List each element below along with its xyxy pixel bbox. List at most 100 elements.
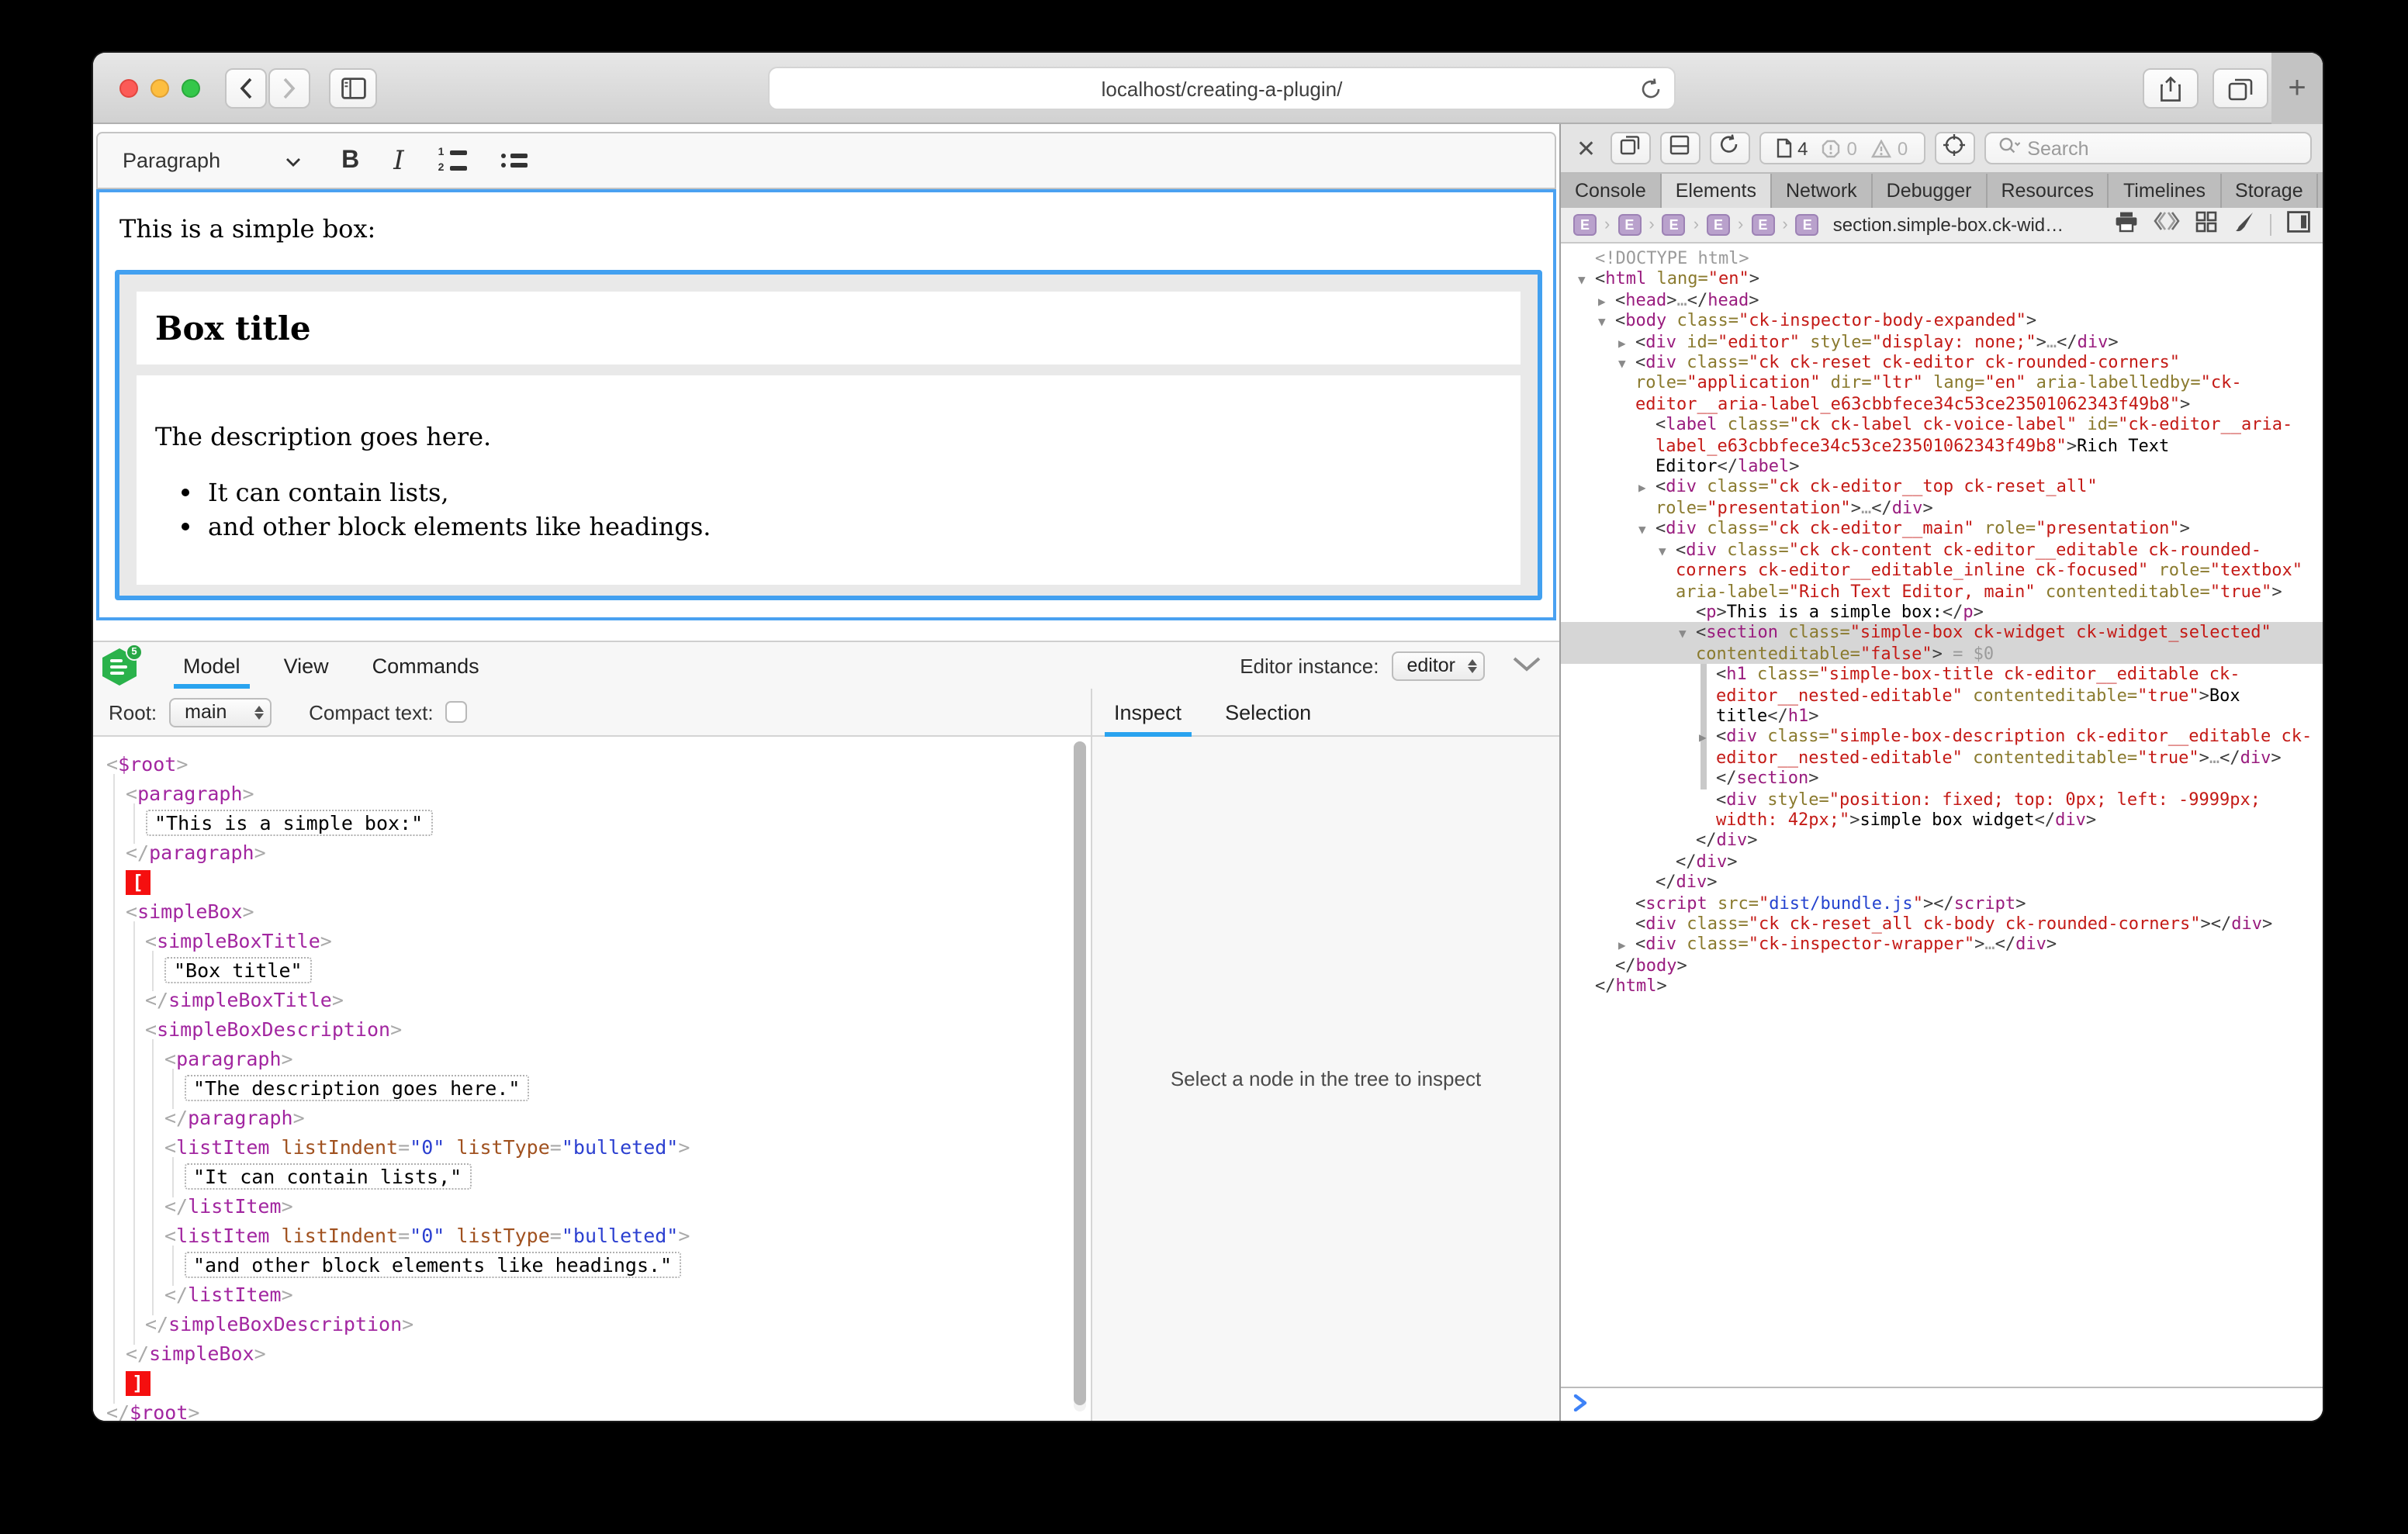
paragraph-dropdown[interactable]: Paragraph bbox=[116, 149, 307, 172]
model-tree-line[interactable]: </paragraph> bbox=[93, 838, 1091, 867]
dom-tree-line[interactable]: <script src="dist/bundle.js"></script> bbox=[1561, 893, 2323, 914]
dom-tree-line[interactable]: <div style="position: fixed; top: 0px; l… bbox=[1561, 789, 2323, 831]
inspector-collapse-button[interactable] bbox=[1513, 651, 1541, 679]
address-bar[interactable]: localhost/creating-a-plugin/ bbox=[768, 67, 1676, 110]
devtools-tab-resources[interactable]: Resources bbox=[1987, 174, 2109, 208]
dom-tree-line[interactable]: ▼<div class="ck ck-editor__main" role="p… bbox=[1561, 519, 2323, 540]
simple-box-description-editable[interactable]: The description goes here. It can contai… bbox=[137, 375, 1521, 585]
description-paragraph[interactable]: The description goes here. bbox=[155, 422, 1502, 451]
minimize-window-button[interactable] bbox=[150, 79, 169, 98]
dom-tree-line[interactable]: </div> bbox=[1561, 872, 2323, 893]
dom-tree-line[interactable]: ▼<div class="ck ck-reset ck-editor ck-ro… bbox=[1561, 352, 2323, 414]
model-tree-line[interactable]: <simpleBoxTitle> bbox=[93, 926, 1091, 955]
devtools-tab-network[interactable]: Network bbox=[1772, 174, 1873, 208]
dom-tree-line[interactable]: <label class="ck ck-label ck-voice-label… bbox=[1561, 415, 2323, 477]
back-button[interactable] bbox=[225, 68, 267, 109]
dom-tree-line[interactable]: </div> bbox=[1561, 852, 2323, 872]
italic-button[interactable]: I bbox=[393, 145, 403, 176]
model-text-node[interactable]: "The description goes here." bbox=[93, 1073, 1091, 1103]
devtools-tab-overflow[interactable]: » bbox=[2319, 174, 2323, 208]
model-tree-line[interactable]: </listItem> bbox=[93, 1191, 1091, 1221]
inspector-tab-inspect[interactable]: Inspect bbox=[1092, 689, 1203, 737]
model-text-node[interactable]: "This is a simple box:" bbox=[93, 808, 1091, 838]
inspector-tab-model[interactable]: Model bbox=[161, 642, 262, 689]
selection-marker[interactable]: ] bbox=[93, 1368, 1091, 1398]
inspector-tab-selection[interactable]: Selection bbox=[1203, 689, 1333, 737]
model-tree-line[interactable]: </paragraph> bbox=[93, 1103, 1091, 1132]
close-window-button[interactable] bbox=[119, 79, 138, 98]
element-breadcrumb-badge[interactable]: E bbox=[1662, 214, 1686, 236]
dom-tree-line[interactable]: ▼<html lang="en"> bbox=[1561, 269, 2323, 290]
devtools-tab-timelines[interactable]: Timelines bbox=[2109, 174, 2221, 208]
devtools-search-field[interactable]: Search bbox=[1984, 132, 2312, 164]
disclosure-triangle[interactable]: ▼ bbox=[1598, 312, 1606, 333]
close-icon[interactable]: ✕ bbox=[1572, 134, 1600, 162]
disclosure-triangle[interactable]: ▼ bbox=[1679, 624, 1687, 645]
bulleted-list-button[interactable] bbox=[502, 154, 528, 168]
brush-icon[interactable] bbox=[2233, 210, 2254, 240]
dom-tree-line[interactable]: ▶<div class="simple-box-description ck-e… bbox=[1561, 727, 2323, 769]
model-tree-line[interactable]: <simpleBox> bbox=[93, 897, 1091, 926]
disclosure-triangle[interactable]: ▶ bbox=[1618, 936, 1626, 957]
dom-tree-line[interactable]: <!DOCTYPE html> bbox=[1561, 248, 2323, 269]
devtools-tab-debugger[interactable]: Debugger bbox=[1873, 174, 1988, 208]
detach-button[interactable] bbox=[1610, 132, 1650, 164]
box-title-heading[interactable]: Box title bbox=[155, 307, 1502, 349]
editor-editable-area[interactable]: This is a simple box: Box title The desc… bbox=[96, 189, 1556, 620]
model-tree-line[interactable]: </$root> bbox=[93, 1398, 1091, 1421]
editor-instance-select[interactable]: editor bbox=[1391, 651, 1485, 680]
dock-bottom-button[interactable] bbox=[1659, 132, 1700, 164]
devtools-tab-elements[interactable]: Elements bbox=[1662, 174, 1772, 208]
element-picker-button[interactable] bbox=[1934, 132, 1974, 164]
model-tree-line[interactable]: <simpleBoxDescription> bbox=[93, 1014, 1091, 1044]
model-text-node[interactable]: "Box title" bbox=[93, 955, 1091, 985]
split-view-icon[interactable] bbox=[2287, 210, 2310, 240]
element-breadcrumb-badge[interactable]: E bbox=[1573, 214, 1597, 236]
dom-tree-line[interactable]: ▶<head>…</head> bbox=[1561, 290, 2323, 311]
zoom-window-button[interactable] bbox=[182, 79, 200, 98]
devtools-tab-console[interactable]: Console bbox=[1561, 174, 1662, 208]
element-breadcrumb-badge[interactable]: E bbox=[1751, 214, 1774, 236]
disclosure-triangle[interactable]: ▶ bbox=[1638, 479, 1646, 499]
share-button[interactable] bbox=[2143, 68, 2199, 109]
element-breadcrumb-badge[interactable]: E bbox=[1707, 214, 1730, 236]
dom-tree-line[interactable]: ▶<div id="editor" style="display: none;"… bbox=[1561, 331, 2323, 352]
dom-tree-line[interactable]: </html> bbox=[1561, 976, 2323, 997]
model-tree-line[interactable]: </listItem> bbox=[93, 1280, 1091, 1309]
editor-paragraph[interactable]: This is a simple box: bbox=[99, 192, 1553, 244]
disclosure-triangle[interactable]: ▼ bbox=[1659, 541, 1666, 561]
disclosure-triangle[interactable]: ▼ bbox=[1618, 354, 1626, 375]
disclosure-triangle[interactable]: ▼ bbox=[1638, 520, 1646, 541]
devtools-reload-button[interactable] bbox=[1709, 132, 1749, 164]
dom-tree-line[interactable]: </section> bbox=[1561, 768, 2323, 789]
dom-tree-line[interactable]: ▼<div class="ck ck-content ck-editor__ed… bbox=[1561, 539, 2323, 601]
selection-marker[interactable]: [ bbox=[93, 867, 1091, 897]
disclosure-triangle[interactable]: ▶ bbox=[1699, 728, 1707, 749]
disclosure-triangle[interactable]: ▶ bbox=[1598, 292, 1606, 313]
element-breadcrumb-badge[interactable]: E bbox=[1796, 214, 1819, 236]
dom-tree-line[interactable]: <h1 class="simple-box-title ck-editor__e… bbox=[1561, 664, 2323, 726]
model-tree-line[interactable]: <$root> bbox=[93, 749, 1091, 779]
model-tree-line[interactable]: </simpleBoxTitle> bbox=[93, 985, 1091, 1014]
new-tab-button[interactable]: + bbox=[2271, 53, 2323, 124]
dom-tree-line[interactable]: <p>This is a simple box:</p> bbox=[1561, 602, 2323, 623]
element-breadcrumb-badge[interactable]: E bbox=[1617, 214, 1641, 236]
model-text-node[interactable]: "and other block elements like headings.… bbox=[93, 1250, 1091, 1280]
model-tree-pane[interactable]: <$root> <paragraph> "This is a simple box:… bbox=[93, 737, 1091, 1421]
description-list-item[interactable]: and other block elements like headings. bbox=[208, 512, 1502, 541]
model-tree-line[interactable]: <paragraph> bbox=[93, 1044, 1091, 1073]
dom-tree-line[interactable]: ▶<div class="ck ck-editor__top ck-reset_… bbox=[1561, 477, 2323, 519]
dom-tree-line-selected[interactable]: ▼<section class="simple-box ck-widget ck… bbox=[1561, 623, 2323, 665]
disclosure-triangle[interactable]: ▶ bbox=[1618, 333, 1626, 354]
model-text-node[interactable]: "It can contain lists," bbox=[93, 1162, 1091, 1191]
model-tree-line[interactable]: </simpleBoxDescription> bbox=[93, 1309, 1091, 1339]
dom-tree-line[interactable]: </div> bbox=[1561, 831, 2323, 852]
code-brackets-icon[interactable] bbox=[2154, 211, 2180, 239]
forward-button[interactable] bbox=[268, 68, 310, 109]
simple-box-title-editable[interactable]: Box title bbox=[137, 292, 1521, 364]
model-tree-line[interactable]: <listItem listIndent="0" listType="bulle… bbox=[93, 1221, 1091, 1250]
activity-summary[interactable]: 4 0 0 bbox=[1759, 132, 1925, 164]
compact-text-checkbox[interactable] bbox=[446, 701, 468, 723]
dom-tree-line[interactable]: ▼<body class="ck-inspector-body-expanded… bbox=[1561, 310, 2323, 331]
tab-overview-button[interactable] bbox=[2213, 68, 2268, 109]
